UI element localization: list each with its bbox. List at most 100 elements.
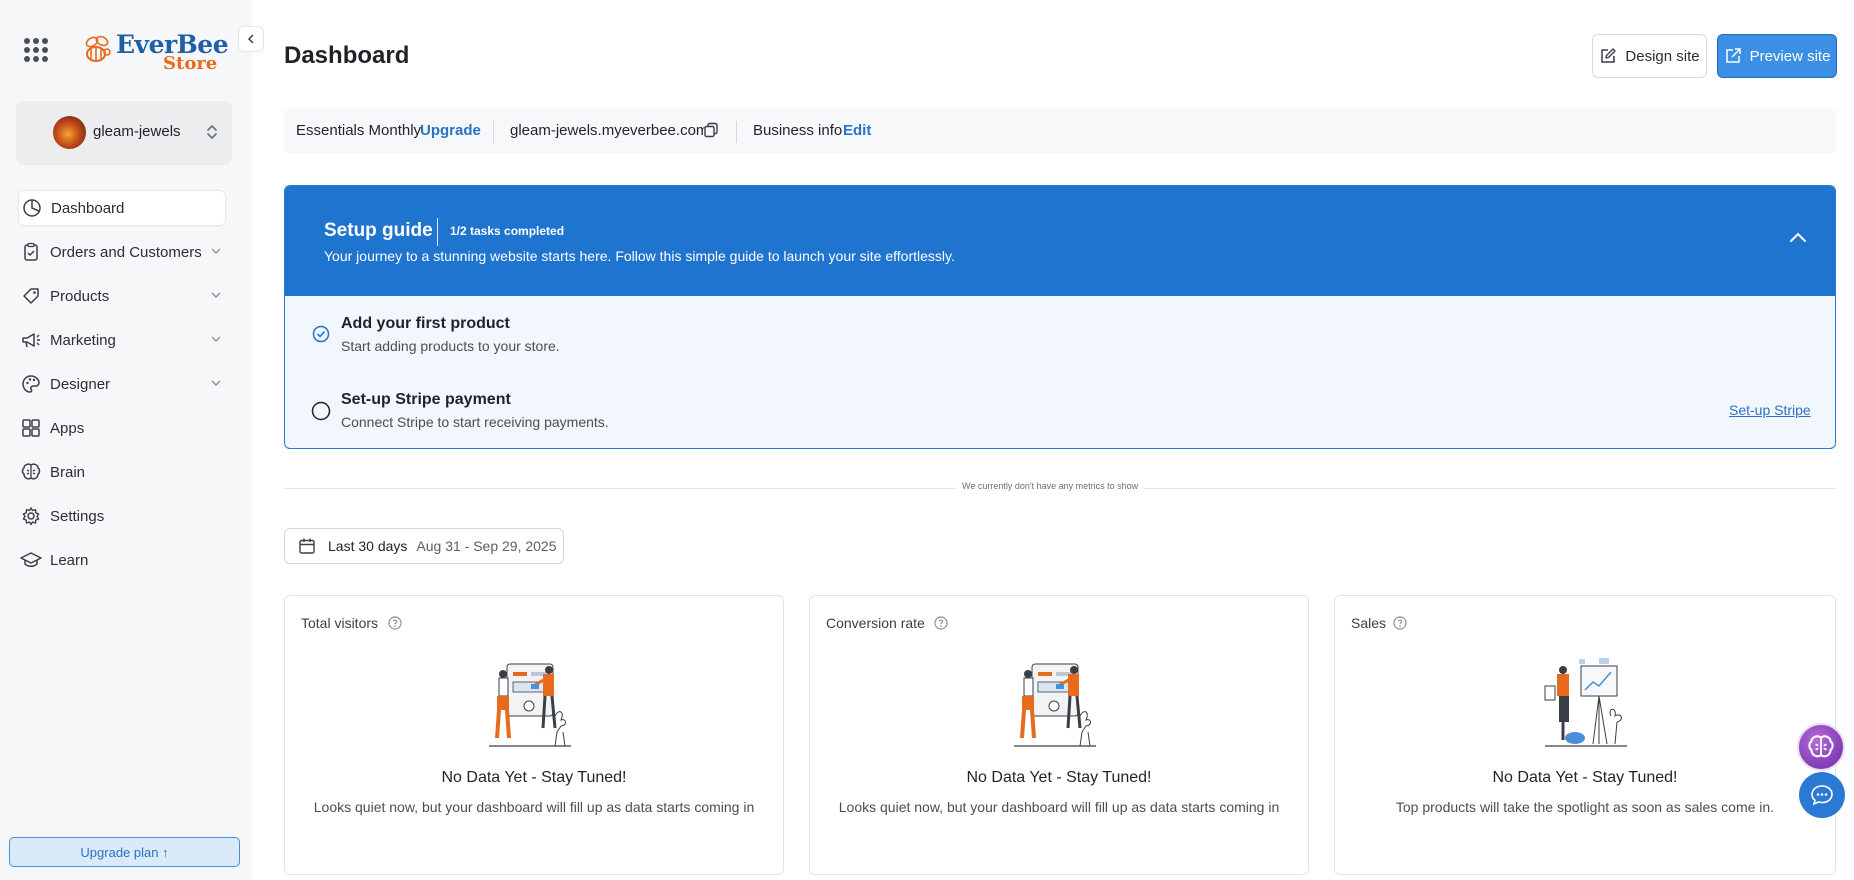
store-name: gleam-jewels	[93, 123, 181, 140]
calendar-icon	[299, 538, 315, 554]
chevron-up-down-icon	[207, 125, 217, 139]
divider	[437, 218, 438, 246]
metric-card-conversion-rate: Conversion rate No Data Yet - Stay Tuned…	[809, 595, 1309, 875]
megaphone-icon	[20, 329, 42, 351]
apps-icon	[20, 417, 42, 439]
apps-grid-icon[interactable]	[24, 38, 48, 62]
sidebar-item-dashboard[interactable]: Dashboard	[18, 190, 226, 226]
graduation-cap-icon	[20, 549, 42, 571]
tag-icon	[20, 285, 42, 307]
palette-icon	[20, 373, 42, 395]
empty-circle-icon[interactable]	[311, 401, 331, 421]
date-range-label: Last 30 days	[328, 538, 408, 554]
card-title: Total visitors	[301, 615, 379, 631]
sidebar-item-marketing[interactable]: Marketing	[18, 322, 226, 358]
chat-bubble-icon	[1811, 785, 1833, 806]
metric-card-total-visitors: Total visitors No Data Yet - Stay Tuned!…	[284, 595, 784, 875]
setup-guide: Setup guide 1/2 tasks completed Your jou…	[284, 185, 1836, 449]
preview-site-label: Preview site	[1749, 47, 1831, 65]
task-subtitle: Connect Stripe to start receiving paymen…	[341, 414, 609, 430]
help-circle-icon[interactable]	[934, 616, 948, 630]
everbee-logo[interactable]: EverBee Store	[80, 30, 229, 74]
sidebar-item-label: Brain	[50, 463, 86, 481]
empty-state-message: Top products will take the spotlight as …	[1395, 799, 1775, 815]
ai-brain-button[interactable]	[1797, 723, 1845, 771]
preview-site-button[interactable]: Preview site	[1717, 34, 1837, 78]
card-title: Conversion rate	[826, 615, 925, 631]
external-link-icon	[1725, 48, 1741, 63]
empty-state-heading: No Data Yet - Stay Tuned!	[966, 769, 1152, 786]
brain-icon	[20, 461, 42, 483]
metrics-empty-note: We currently don't have any metrics to s…	[956, 481, 1145, 491]
design-site-label: Design site	[1625, 47, 1700, 65]
plan-name: Essentials Monthly	[296, 122, 422, 139]
task-title[interactable]: Add your first product	[341, 315, 510, 333]
chevron-down-icon	[211, 380, 221, 386]
store-domain[interactable]: gleam-jewels.myeverbee.com	[510, 122, 708, 139]
design-site-button[interactable]: Design site	[1592, 34, 1707, 78]
sidebar-item-label: Apps	[50, 419, 85, 437]
help-circle-icon[interactable]	[388, 616, 402, 630]
store-switcher[interactable]: gleam-jewels	[16, 101, 232, 165]
edit-business-info-link[interactable]: Edit	[843, 122, 871, 139]
sales-illustration	[1544, 658, 1627, 747]
chevron-left-icon	[247, 34, 254, 44]
sidebar-item-designer[interactable]: Designer	[18, 366, 226, 402]
sidebar-item-label: Learn	[50, 551, 89, 569]
metric-card-sales: Sales No Data Yet - Stay Tuned! Top prod…	[1334, 595, 1836, 875]
store-info-bar: Essentials Monthly Upgrade gleam-jewels.…	[284, 109, 1836, 153]
sidebar-item-label: Orders and Customers	[50, 243, 202, 261]
date-range-value: Aug 31 - Sep 29, 2025	[416, 538, 557, 554]
empty-data-illustration	[1014, 663, 1096, 747]
divider	[736, 121, 737, 143]
chart-pie-icon	[21, 197, 43, 219]
setup-guide-title: Setup guide	[324, 220, 433, 241]
sidebar-item-label: Dashboard	[51, 199, 125, 217]
setup-guide-header[interactable]: Setup guide 1/2 tasks completed Your jou…	[285, 186, 1835, 296]
chat-support-button[interactable]	[1799, 772, 1845, 818]
edit-icon	[1601, 48, 1617, 63]
page-title: Dashboard	[284, 42, 410, 69]
chevron-down-icon	[211, 248, 221, 254]
upgrade-link[interactable]: Upgrade	[420, 122, 481, 139]
check-circle-icon	[312, 325, 330, 343]
clipboard-icon	[20, 241, 42, 263]
business-info-label: Business info	[753, 122, 843, 139]
card-title: Sales	[1351, 615, 1387, 631]
divider	[493, 121, 494, 143]
brand-secondary: Store	[163, 53, 218, 74]
sidebar-item-learn[interactable]: Learn	[18, 542, 226, 578]
brain-icon	[1808, 735, 1834, 758]
help-circle-icon[interactable]	[1393, 616, 1407, 630]
sidebar-item-label: Designer	[50, 375, 111, 393]
sidebar-item-brain[interactable]: Brain	[18, 454, 226, 490]
setup-guide-description: Your journey to a stunning website start…	[324, 248, 955, 264]
upgrade-plan-button[interactable]: Upgrade plan ↑	[9, 837, 240, 867]
bee-icon	[85, 35, 111, 62]
empty-data-illustration	[489, 663, 571, 747]
empty-state-heading: No Data Yet - Stay Tuned!	[1492, 769, 1678, 786]
empty-state-message: Looks quiet now, but your dashboard will…	[313, 799, 755, 815]
gear-icon	[20, 505, 42, 527]
sidebar-item-products[interactable]: Products	[18, 278, 226, 314]
sidebar-item-orders-and-customers[interactable]: Orders and Customers	[18, 234, 226, 270]
empty-state-heading: No Data Yet - Stay Tuned!	[441, 769, 627, 786]
empty-state-message: Looks quiet now, but your dashboard will…	[838, 799, 1280, 815]
setup-guide-progress: 1/2 tasks completed	[450, 224, 565, 238]
chevron-down-icon	[211, 336, 221, 342]
sidebar-item-apps[interactable]: Apps	[18, 410, 226, 446]
chevron-up-icon[interactable]	[1789, 231, 1807, 243]
copy-icon[interactable]	[703, 122, 719, 138]
sidebar: EverBee Store gleam-jewels Dashboard Ord…	[0, 0, 252, 880]
chevron-down-icon	[211, 292, 221, 298]
sidebar-item-label: Marketing	[50, 331, 116, 349]
sidebar-item-label: Products	[50, 287, 110, 305]
store-avatar	[53, 116, 86, 149]
collapse-sidebar-button[interactable]	[238, 26, 264, 52]
task-subtitle: Start adding products to your store.	[341, 338, 560, 354]
sidebar-item-settings[interactable]: Settings	[18, 498, 226, 534]
date-range-filter[interactable]: Last 30 days Aug 31 - Sep 29, 2025	[284, 528, 564, 564]
sidebar-item-label: Settings	[50, 507, 105, 525]
setup-stripe-link[interactable]: Set-up Stripe	[1729, 402, 1811, 418]
task-title[interactable]: Set-up Stripe payment	[341, 391, 511, 409]
